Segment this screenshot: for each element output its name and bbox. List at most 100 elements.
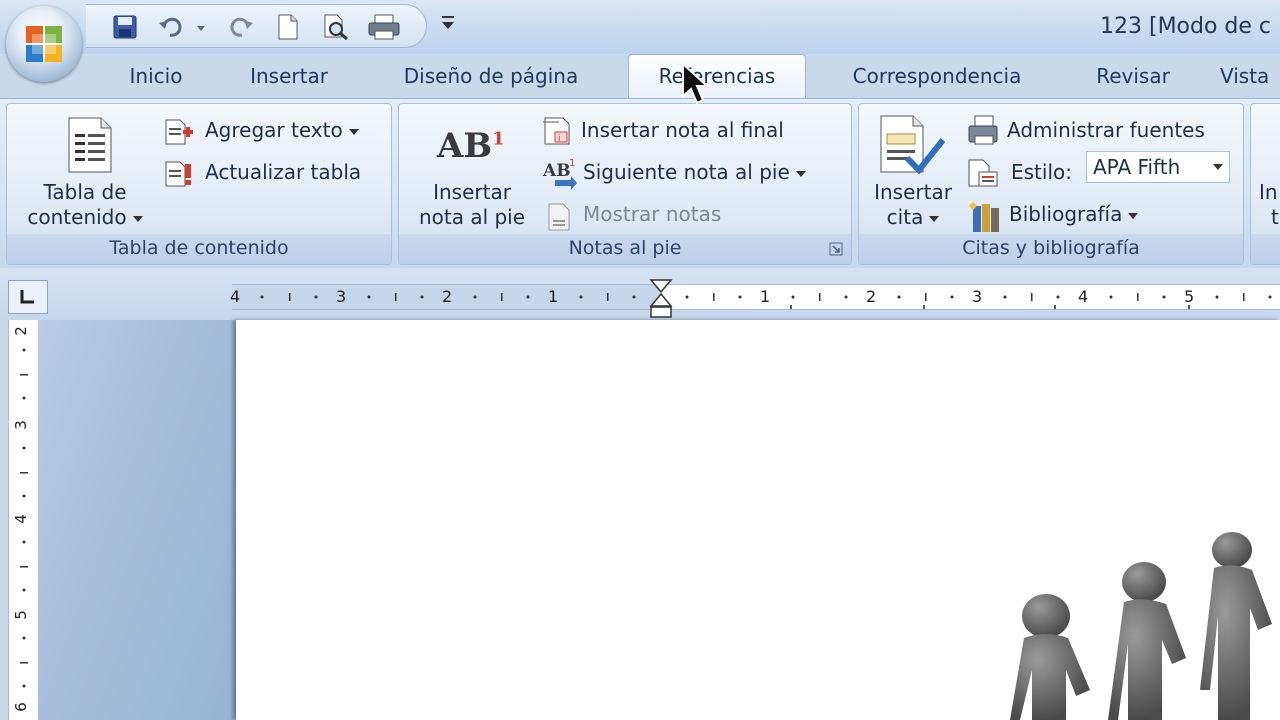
chevron-down-icon xyxy=(132,215,143,222)
ruler-number: 4 xyxy=(230,287,241,306)
tab-diseno-de-pagina[interactable]: Diseño de página xyxy=(380,58,602,98)
manage-sources-icon xyxy=(968,115,998,145)
ruler-number: 2 xyxy=(866,287,877,306)
save-icon[interactable] xyxy=(110,13,140,41)
ruler-number: 4 xyxy=(1078,287,1089,306)
show-notes-icon xyxy=(548,203,570,231)
tab-revisar[interactable]: Revisar xyxy=(1078,58,1188,98)
ruler-number: 1 xyxy=(548,287,559,306)
tab-inicio[interactable]: Inicio xyxy=(110,58,202,98)
siguiente-nota-al-pie-label: Siguiente nota al pie xyxy=(583,160,790,184)
group-label-partial xyxy=(1251,234,1280,264)
insertar-nota-al-final-button[interactable]: Insertar nota al final xyxy=(581,118,784,142)
insertar-cita-button[interactable]: Insertar cita xyxy=(863,180,963,230)
ruler-number: 3 xyxy=(972,287,983,306)
add-text-icon xyxy=(165,119,193,145)
vertical-ruler[interactable]: 2 3 4 5 6 xyxy=(8,320,40,720)
tab-correspondencia[interactable]: Correspondencia xyxy=(832,58,1042,98)
bibliography-icon xyxy=(969,202,999,232)
actualizar-tabla-button[interactable]: Actualizar tabla xyxy=(205,160,361,184)
people-figures-image xyxy=(1010,532,1272,720)
style-select[interactable]: APA Fifth xyxy=(1086,151,1230,183)
chevron-down-icon xyxy=(929,215,940,222)
indent-marker-icon[interactable] xyxy=(648,278,674,320)
ruler-number: 3 xyxy=(336,287,347,306)
chevron-down-icon xyxy=(348,128,359,135)
insertar-cita-label-2: cita xyxy=(886,205,924,229)
tab-referencias[interactable]: Referencias xyxy=(628,54,806,101)
next-footnote-icon: AB 1 xyxy=(542,158,577,190)
agregar-texto-button[interactable]: Agregar texto xyxy=(205,118,359,142)
print-preview-icon[interactable] xyxy=(320,13,350,41)
mouse-cursor-icon xyxy=(682,62,710,105)
ruler-number: 2 xyxy=(442,287,453,306)
quick-access-toolbar xyxy=(86,4,427,48)
insert-citation-icon xyxy=(880,115,946,175)
chevron-down-icon[interactable] xyxy=(1213,164,1223,170)
tab-insertar[interactable]: Insertar xyxy=(230,58,348,98)
undo-icon[interactable] xyxy=(156,13,186,41)
style-select-value: APA Fifth xyxy=(1093,155,1181,179)
group-partial: In t xyxy=(1250,103,1280,265)
chevron-down-icon xyxy=(795,170,806,177)
partial-label-2: t xyxy=(1271,205,1279,229)
ruler-number: 3 xyxy=(11,420,30,430)
administrar-fuentes-button[interactable]: Administrar fuentes xyxy=(1007,118,1205,142)
document-background xyxy=(38,320,238,720)
bibliografia-label: Bibliografía xyxy=(1009,202,1123,226)
ribbon: Tabla de contenido Agregar texto Actuali… xyxy=(0,98,1280,269)
svg-text:1: 1 xyxy=(569,158,575,169)
agregar-texto-label: Agregar texto xyxy=(205,118,343,142)
style-icon xyxy=(968,159,998,187)
footnote-icon-superscript: 1 xyxy=(492,128,505,150)
insertar-cita-label-1: Insertar xyxy=(874,180,952,204)
ruler-number: 2 xyxy=(11,326,30,336)
partial-label-1: In xyxy=(1259,180,1278,204)
svg-text:AB: AB xyxy=(542,161,571,181)
left-tab-icon xyxy=(20,290,34,304)
horizontal-ruler[interactable]: 4 3 2 1 1 2 3 4 5 xyxy=(230,284,1280,310)
undo-dropdown-icon[interactable] xyxy=(194,13,208,41)
group-tabla-de-contenido: Tabla de contenido Agregar texto Actuali… xyxy=(6,103,392,265)
redo-icon[interactable] xyxy=(226,13,256,41)
office-button[interactable] xyxy=(6,6,82,82)
table-of-contents-icon xyxy=(68,117,112,173)
window-title: 123 [Modo de c xyxy=(1100,14,1272,39)
insert-footnote-icon: AB1 xyxy=(437,126,507,166)
ruler-number: 4 xyxy=(11,514,30,524)
siguiente-nota-al-pie-button[interactable]: Siguiente nota al pie xyxy=(583,160,806,184)
ruler-number: 6 xyxy=(11,702,30,712)
mostrar-notas-button[interactable]: Mostrar notas xyxy=(583,202,721,226)
insertar-nota-al-pie-label-2: nota al pie xyxy=(418,205,526,229)
insertar-nota-al-pie-label-1: Insertar xyxy=(433,180,511,204)
tab-selector-button[interactable] xyxy=(8,280,48,314)
svg-text:i: i xyxy=(558,134,561,144)
tabla-de-contenido-label-1: Tabla de xyxy=(43,180,127,204)
group-label-citas-y-bibliografia: Citas y bibliografía xyxy=(859,234,1243,264)
ruler-number: 1 xyxy=(760,287,771,306)
update-table-icon xyxy=(165,161,191,187)
ruler-number: 5 xyxy=(11,610,30,620)
group-notas-al-pie: AB1 Insertar nota al pie i Insertar nota… xyxy=(398,103,852,265)
ruler-number: 5 xyxy=(1184,287,1195,306)
title-bar: 123 [Modo de c xyxy=(0,0,1280,54)
ruler-ticks xyxy=(260,293,1272,309)
dialog-launcher-icon[interactable] xyxy=(829,242,843,256)
tabla-de-contenido-button[interactable]: Tabla de contenido xyxy=(7,180,163,230)
footnote-icon-text: AB xyxy=(437,126,493,166)
group-label-notas-al-pie: Notas al pie xyxy=(399,234,851,264)
print-icon[interactable] xyxy=(366,13,402,41)
tab-vista[interactable]: Vista xyxy=(1220,58,1280,98)
insertar-nota-al-pie-button[interactable]: Insertar nota al pie xyxy=(403,180,541,230)
chevron-down-icon xyxy=(1128,212,1139,219)
partial-button[interactable]: In t xyxy=(1259,180,1280,230)
customize-dropdown-icon[interactable] xyxy=(440,12,456,32)
bibliografia-button[interactable]: Bibliografía xyxy=(1009,202,1139,226)
insert-endnote-icon: i xyxy=(543,117,570,145)
estilo-label: Estilo: xyxy=(1011,160,1072,184)
group-label-tabla-de-contenido: Tabla de contenido xyxy=(7,234,391,264)
new-document-icon[interactable] xyxy=(272,13,302,41)
tabla-de-contenido-label-2: contenido xyxy=(27,205,127,229)
group-citas-y-bibliografia: Insertar cita Administrar fuentes Estilo… xyxy=(858,103,1244,265)
office-logo-icon xyxy=(26,26,62,62)
